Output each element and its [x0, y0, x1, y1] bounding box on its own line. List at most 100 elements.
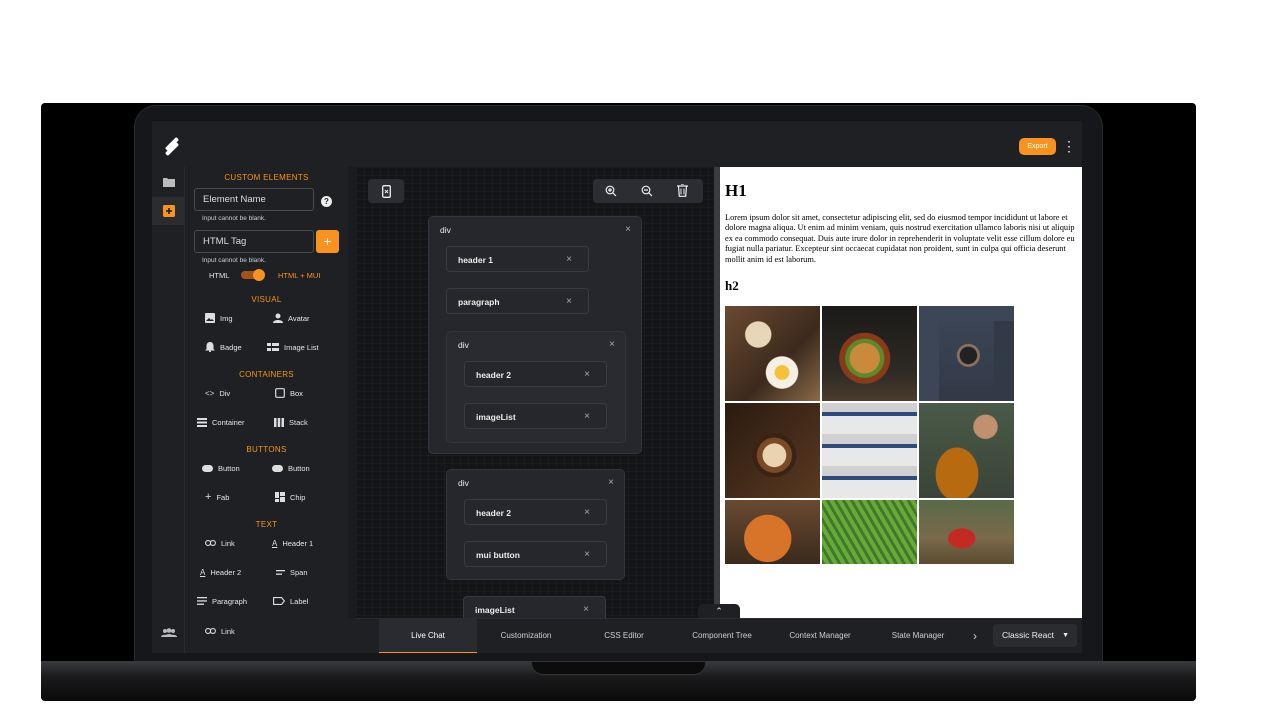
- div-node-2[interactable]: div × header 2 × mui button ×: [446, 469, 625, 580]
- add-element-button[interactable]: +: [316, 230, 339, 253]
- close-icon[interactable]: ×: [625, 224, 631, 235]
- tab-component-tree[interactable]: Component Tree: [673, 619, 771, 653]
- photo-camera: [919, 306, 1014, 401]
- mui-button-node-label: mui button: [476, 550, 520, 560]
- photo-honey: [919, 403, 1014, 498]
- item-box[interactable]: Box: [275, 386, 303, 400]
- people-icon[interactable]: [160, 624, 178, 642]
- item-button-1[interactable]: Button: [202, 461, 240, 475]
- framework-select[interactable]: Classic React ▼: [993, 624, 1077, 647]
- item-chip-label: Chip: [290, 492, 306, 502]
- item-link-1[interactable]: Link: [205, 536, 235, 550]
- close-icon[interactable]: ×: [584, 369, 590, 380]
- header-2-node[interactable]: header 2 ×: [464, 361, 607, 387]
- chevron-right-icon[interactable]: ›: [967, 619, 983, 653]
- trash-icon[interactable]: [677, 184, 688, 197]
- chevron-up-icon[interactable]: ⌃: [698, 604, 740, 618]
- square-icon: [275, 388, 285, 398]
- photo-hats: [822, 403, 917, 498]
- section-visual: VISUAL: [251, 295, 282, 304]
- code-icon: <>: [205, 388, 215, 398]
- item-div[interactable]: <> Div: [205, 386, 230, 400]
- item-button-2[interactable]: Button: [272, 461, 310, 475]
- tab-customization[interactable]: Customization: [477, 619, 575, 653]
- close-icon[interactable]: ×: [584, 411, 590, 422]
- tab-state-manager[interactable]: State Manager: [869, 619, 967, 653]
- help-icon[interactable]: ?: [321, 196, 332, 207]
- link-icon: [205, 540, 216, 546]
- item-image-list-label: Image List: [284, 342, 319, 352]
- add-box-icon[interactable]: [160, 202, 178, 220]
- item-label[interactable]: Label: [273, 594, 308, 608]
- more-vert-icon[interactable]: ⋮: [1062, 137, 1076, 155]
- screenshot-button[interactable]: [368, 179, 404, 203]
- item-fab[interactable]: + Fab: [205, 490, 229, 504]
- tab-css-editor[interactable]: CSS Editor: [575, 619, 673, 653]
- zoom-in-icon[interactable]: [605, 185, 617, 197]
- folder-icon[interactable]: [160, 173, 178, 191]
- zoom-out-icon[interactable]: [641, 185, 653, 197]
- image-list-node[interactable]: imageList ×: [464, 403, 607, 429]
- smart-button-icon: [272, 464, 283, 472]
- element-name-field[interactable]: Element Name: [194, 188, 314, 211]
- item-avatar-label: Avatar: [288, 313, 310, 323]
- item-header-2[interactable]: A Header 2: [200, 565, 241, 579]
- close-icon[interactable]: ×: [609, 339, 615, 350]
- header-2-node-b-label: header 2: [476, 508, 511, 518]
- item-header-1[interactable]: A Header 1: [272, 536, 313, 550]
- div-node[interactable]: div × header 1 × paragraph × div × heade…: [428, 216, 642, 454]
- laptop-base: [41, 661, 1196, 701]
- close-icon[interactable]: ×: [608, 477, 614, 488]
- photo-breakfast: [725, 306, 820, 401]
- app-logo: [165, 137, 179, 156]
- section-text: TEXT: [255, 520, 278, 529]
- notes-icon: [197, 597, 207, 605]
- framework-select-value: Classic React: [1002, 630, 1054, 640]
- list-icon: [197, 417, 207, 427]
- toggle-mui-label: HTML + MUI: [278, 271, 321, 280]
- canvas-toolbar: [593, 179, 703, 203]
- preview-image-list: [725, 306, 1015, 564]
- close-icon[interactable]: ×: [584, 507, 590, 518]
- item-div-label: Div: [219, 388, 231, 398]
- bell-icon: [205, 342, 215, 352]
- tab-context-manager[interactable]: Context Manager: [771, 619, 869, 653]
- html-tag-field[interactable]: HTML Tag: [194, 230, 314, 253]
- item-badge[interactable]: Badge: [205, 340, 242, 354]
- item-stack[interactable]: Stack: [274, 415, 308, 429]
- mui-toggle[interactable]: [241, 269, 265, 281]
- item-paragraph-label: Paragraph: [212, 596, 248, 606]
- image-list-node-label: imageList: [476, 412, 516, 422]
- close-icon[interactable]: ×: [584, 549, 590, 560]
- header-2-node-b[interactable]: header 2 ×: [464, 499, 607, 525]
- item-link-2[interactable]: Link: [205, 624, 235, 638]
- close-icon[interactable]: ×: [566, 254, 572, 265]
- label-icon: [273, 597, 285, 605]
- header-1-node[interactable]: header 1 ×: [446, 246, 589, 272]
- nested-div-node[interactable]: div × header 2 × imageList ×: [446, 331, 626, 443]
- photo-fern: [822, 500, 917, 564]
- component-canvas[interactable]: div × header 1 × paragraph × div × heade…: [356, 167, 714, 622]
- photo-basketball: [725, 500, 820, 564]
- item-image-list[interactable]: Image List: [267, 340, 319, 354]
- item-container[interactable]: Container: [197, 415, 245, 429]
- item-chip[interactable]: Chip: [275, 490, 305, 504]
- close-icon[interactable]: ×: [566, 296, 572, 307]
- plus-icon: +: [205, 491, 212, 503]
- tab-live-chat[interactable]: Live Chat: [379, 619, 477, 653]
- close-icon[interactable]: ×: [583, 604, 589, 615]
- phone-icon: [381, 184, 391, 198]
- section-containers: CONTAINERS: [239, 370, 294, 379]
- text-format-icon: A: [272, 538, 278, 548]
- mui-button-node[interactable]: mui button ×: [464, 541, 607, 567]
- paragraph-node[interactable]: paragraph ×: [446, 288, 589, 314]
- item-avatar[interactable]: Avatar: [273, 311, 310, 325]
- item-label-label: Label: [290, 596, 309, 606]
- item-img[interactable]: Img: [205, 311, 233, 325]
- item-stack-label: Stack: [289, 417, 308, 427]
- export-button[interactable]: Export: [1019, 138, 1056, 155]
- view-list-icon: [267, 343, 279, 351]
- item-paragraph[interactable]: Paragraph: [197, 594, 247, 608]
- item-span[interactable]: Span: [276, 565, 308, 579]
- photo-burger: [822, 306, 917, 401]
